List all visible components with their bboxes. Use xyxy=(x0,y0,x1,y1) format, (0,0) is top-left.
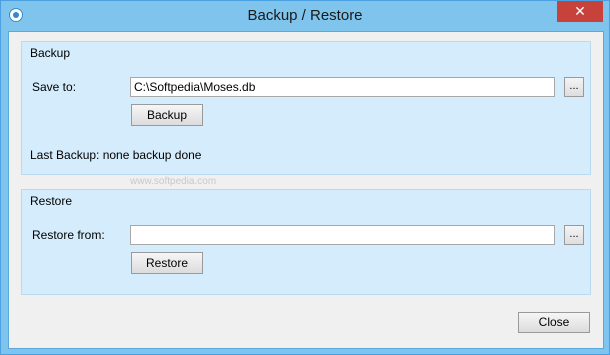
restore-from-field[interactable] xyxy=(130,225,555,245)
window-close-icon[interactable]: ✕ xyxy=(557,1,603,22)
save-to-label: Save to: xyxy=(32,80,77,94)
save-to-browse-button[interactable]: ... xyxy=(564,77,584,97)
last-backup-status: Last Backup: none backup done xyxy=(30,148,202,162)
backup-group: Backup Save to: ... Backup Last Backup: … xyxy=(21,41,591,187)
restore-from-browse-button[interactable]: ... xyxy=(564,225,584,245)
restore-from-label: Restore from: xyxy=(32,228,105,242)
restore-button[interactable]: Restore xyxy=(131,252,203,274)
watermark: www.softpedia.com xyxy=(130,176,217,187)
restore-group-title: Restore xyxy=(30,194,73,208)
title-bar: Backup / Restore ✕ xyxy=(1,1,609,31)
close-button[interactable]: Close xyxy=(518,312,590,333)
backup-group-title: Backup xyxy=(30,46,71,60)
save-to-field[interactable] xyxy=(130,77,555,97)
backup-restore-window: Backup / Restore ✕ Backup Save to: ... B… xyxy=(0,0,610,355)
backup-button[interactable]: Backup xyxy=(131,104,203,126)
restore-group: Restore Restore from: ... Restore xyxy=(21,189,591,295)
dialog-body: Backup Save to: ... Backup Last Backup: … xyxy=(8,31,604,349)
window-title: Backup / Restore xyxy=(247,7,363,24)
